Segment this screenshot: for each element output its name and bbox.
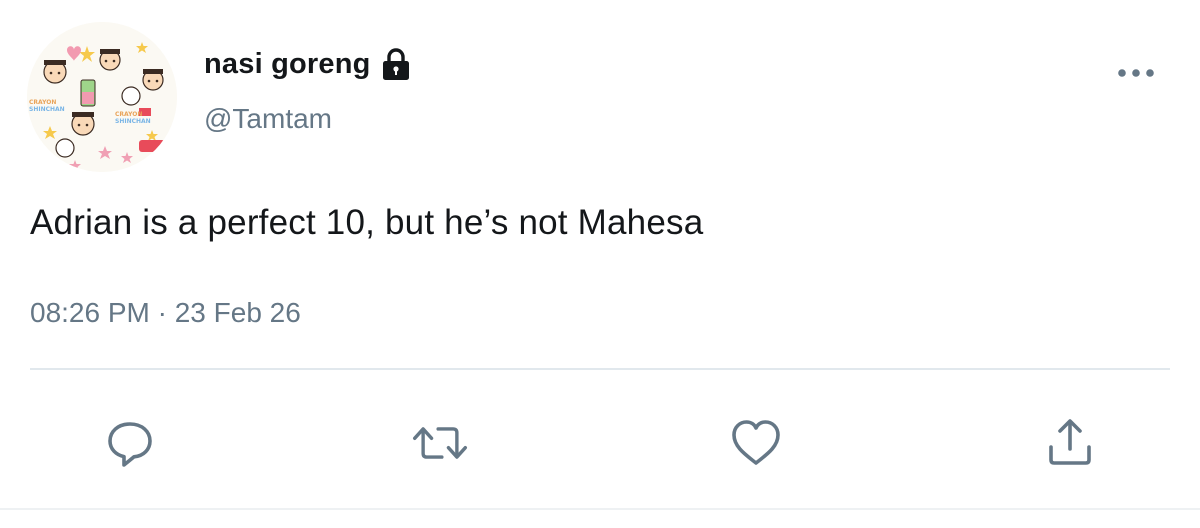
name-row: nasi goreng bbox=[204, 44, 412, 84]
bottom-divider bbox=[0, 508, 1200, 510]
user-handle[interactable]: @Tamtam bbox=[204, 103, 332, 135]
heart-icon bbox=[732, 420, 780, 465]
reply-icon bbox=[108, 422, 152, 467]
avatar[interactable]: CRAYON SHINCHAN CRAYON SHINCHAN bbox=[27, 22, 177, 172]
retweet-button[interactable] bbox=[410, 415, 470, 471]
display-name[interactable]: nasi goreng bbox=[204, 48, 371, 81]
tweet-card: CRAYON SHINCHAN CRAYON SHINCHAN nasi gor… bbox=[0, 0, 1200, 528]
lock-icon bbox=[380, 47, 412, 81]
retweet-icon bbox=[413, 427, 467, 459]
tweet-timestamp[interactable]: 08:26 PM · 23 Feb 26 bbox=[30, 297, 301, 329]
avatar-text-4: SHINCHAN bbox=[115, 118, 151, 125]
more-horizontal-icon[interactable] bbox=[1114, 62, 1160, 84]
avatar-text-3: CRAYON bbox=[115, 111, 142, 118]
avatar-text-2: SHINCHAN bbox=[29, 106, 65, 113]
like-button[interactable] bbox=[726, 415, 786, 471]
avatar-illustration: CRAYON SHINCHAN CRAYON SHINCHAN bbox=[27, 22, 177, 172]
reply-button[interactable] bbox=[100, 415, 160, 471]
share-icon bbox=[1049, 419, 1091, 465]
avatar-text-1: CRAYON bbox=[29, 99, 56, 106]
tweet-text: Adrian is a perfect 10, but he’s not Mah… bbox=[30, 203, 704, 242]
divider bbox=[30, 368, 1170, 370]
share-button[interactable] bbox=[1040, 415, 1100, 471]
